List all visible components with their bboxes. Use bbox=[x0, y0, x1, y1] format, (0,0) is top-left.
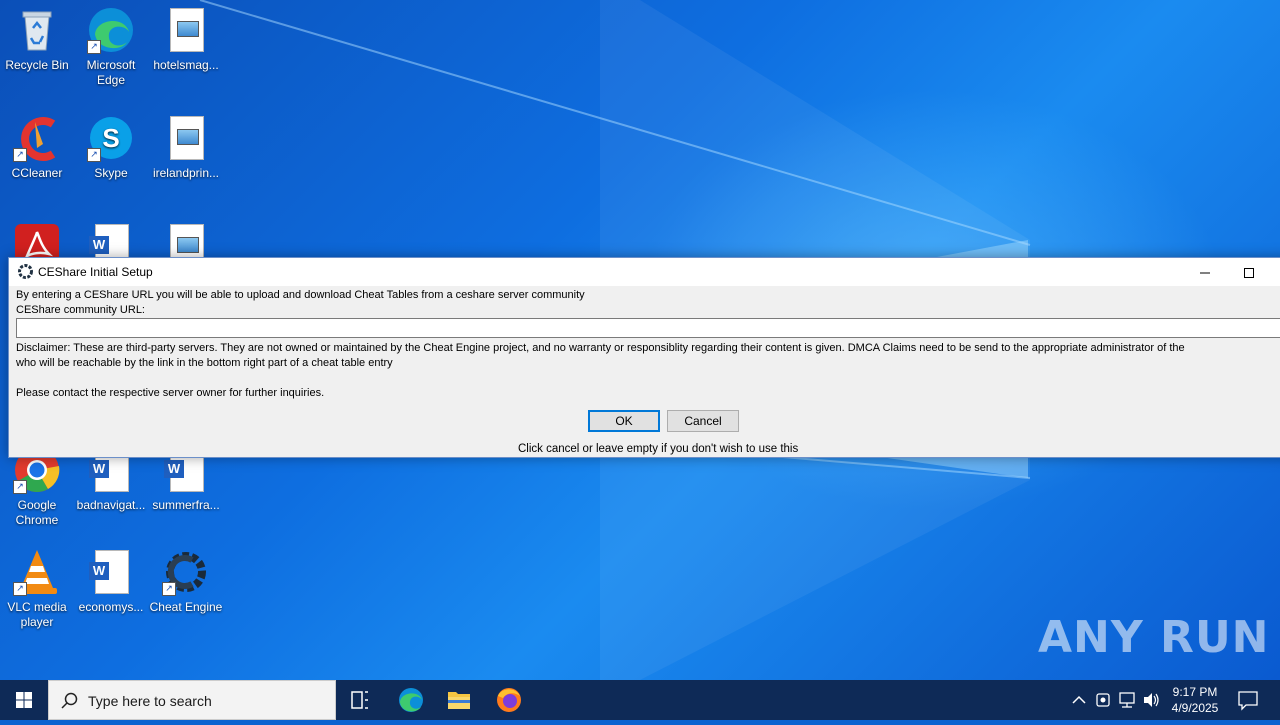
start-button[interactable] bbox=[0, 680, 48, 720]
ccleaner-icon: ↗ bbox=[13, 114, 61, 162]
desktop-icon-economys[interactable]: W economys... bbox=[74, 548, 148, 615]
watermark: ANY RUN bbox=[1038, 612, 1270, 663]
ok-button[interactable]: OK bbox=[588, 410, 660, 432]
desktop-icon-skype[interactable]: S ↗ Skype bbox=[74, 114, 148, 181]
folder-icon bbox=[448, 692, 470, 709]
svg-text:S: S bbox=[102, 123, 119, 153]
windows-logo-icon bbox=[16, 692, 32, 708]
taskbar-firefox[interactable] bbox=[485, 680, 533, 720]
firefox-icon bbox=[497, 688, 521, 712]
tray-app-button[interactable] bbox=[1092, 680, 1114, 720]
desktop-icon-label: irelandprin... bbox=[152, 166, 220, 180]
url-label: CEShare community URL: bbox=[16, 304, 145, 316]
cheat-engine-icon: ↗ bbox=[162, 548, 210, 596]
taskbar-edge[interactable] bbox=[387, 680, 435, 720]
taskbar-clock[interactable]: 9:17 PM 4/9/2025 bbox=[1160, 684, 1230, 716]
desktop-icon-label: VLC media player bbox=[7, 600, 67, 629]
word-doc-icon: W bbox=[87, 548, 135, 596]
desktop-icon-label: Skype bbox=[94, 166, 128, 180]
desktop-icon-hotelsmag[interactable]: hotelsmag... bbox=[149, 6, 223, 73]
skype-icon: S ↗ bbox=[87, 114, 135, 162]
desktop-icon-microsoft-edge[interactable]: ↗ Microsoft Edge bbox=[74, 6, 148, 88]
chevron-up-icon bbox=[1072, 695, 1086, 704]
dialog-title: CEShare Initial Setup bbox=[38, 265, 153, 279]
action-center-button[interactable] bbox=[1232, 680, 1264, 720]
disclaimer-text-line1: Disclaimer: These are third-party server… bbox=[16, 342, 1185, 354]
desktop-icon-ccleaner[interactable]: ↗ CCleaner bbox=[0, 114, 74, 181]
show-hidden-icons-button[interactable] bbox=[1068, 680, 1090, 720]
desktop-icon-label: hotelsmag... bbox=[153, 58, 219, 72]
image-file-icon bbox=[162, 114, 210, 162]
minimize-button[interactable] bbox=[1182, 258, 1228, 286]
desktop-icon-irelandprin[interactable]: irelandprin... bbox=[149, 114, 223, 181]
task-view-button[interactable] bbox=[336, 680, 384, 720]
desktop-icon-label: Google Chrome bbox=[15, 498, 59, 527]
desktop-icon-cheat-engine[interactable]: ↗ Cheat Engine bbox=[149, 548, 223, 615]
desktop-icon-label: Cheat Engine bbox=[149, 600, 223, 614]
volume-button[interactable] bbox=[1140, 680, 1162, 720]
disclaimer-text-line2: who will be reachable by the link in the… bbox=[16, 357, 393, 369]
desktop-icon-label: economys... bbox=[78, 600, 144, 614]
desktop-icon-google-chrome[interactable]: ↗ Google Chrome bbox=[0, 446, 74, 528]
minimize-icon bbox=[1200, 272, 1210, 274]
desktop-icon-vlc[interactable]: ↗ VLC media player bbox=[0, 548, 74, 630]
desktop-icon-label: badnavigat... bbox=[76, 498, 146, 512]
network-button[interactable] bbox=[1116, 680, 1138, 720]
hint-text: Click cancel or leave empty if you don't… bbox=[518, 443, 799, 455]
search-icon bbox=[61, 692, 78, 709]
search-placeholder: Type here to search bbox=[88, 693, 212, 709]
maximize-icon bbox=[1244, 267, 1254, 278]
meet-now-icon bbox=[1096, 693, 1110, 707]
taskbar-search-box[interactable]: Type here to search bbox=[48, 680, 336, 720]
recycle-bin-icon bbox=[13, 6, 61, 54]
cancel-button[interactable]: Cancel bbox=[667, 410, 739, 432]
network-icon bbox=[1119, 692, 1135, 708]
intro-text: By entering a CEShare URL you will be ab… bbox=[16, 289, 585, 301]
taskbar: Type here to search 9:17 PM 4/9/2025 bbox=[0, 680, 1280, 720]
speaker-icon bbox=[1144, 693, 1159, 707]
desktop-icon-label: Microsoft Edge bbox=[86, 58, 136, 87]
cheat-engine-icon bbox=[18, 264, 33, 279]
edge-icon bbox=[399, 688, 423, 712]
desktop-icon-label: Recycle Bin bbox=[5, 58, 69, 72]
desktop-icon-label: CCleaner bbox=[11, 166, 63, 180]
maximize-button[interactable] bbox=[1226, 258, 1272, 286]
image-file-icon bbox=[162, 6, 210, 54]
desktop-icon-recycle-bin[interactable]: Recycle Bin bbox=[0, 6, 74, 73]
contact-text: Please contact the respective server own… bbox=[16, 387, 325, 399]
notification-icon bbox=[1238, 691, 1258, 711]
edge-icon: ↗ bbox=[87, 6, 135, 54]
vlc-icon: ↗ bbox=[13, 548, 61, 596]
taskbar-file-explorer[interactable] bbox=[435, 680, 483, 720]
clock-time: 9:17 PM bbox=[1172, 685, 1218, 699]
dialog-titlebar[interactable]: CEShare Initial Setup bbox=[9, 258, 1280, 286]
clock-date: 4/9/2025 bbox=[1171, 701, 1219, 715]
task-view-icon bbox=[351, 691, 368, 709]
ceshare-setup-dialog: CEShare Initial Setup By entering a CESh… bbox=[8, 257, 1280, 458]
ceshare-url-input[interactable] bbox=[16, 318, 1280, 338]
desktop-icon-label: summerfra... bbox=[152, 498, 220, 512]
